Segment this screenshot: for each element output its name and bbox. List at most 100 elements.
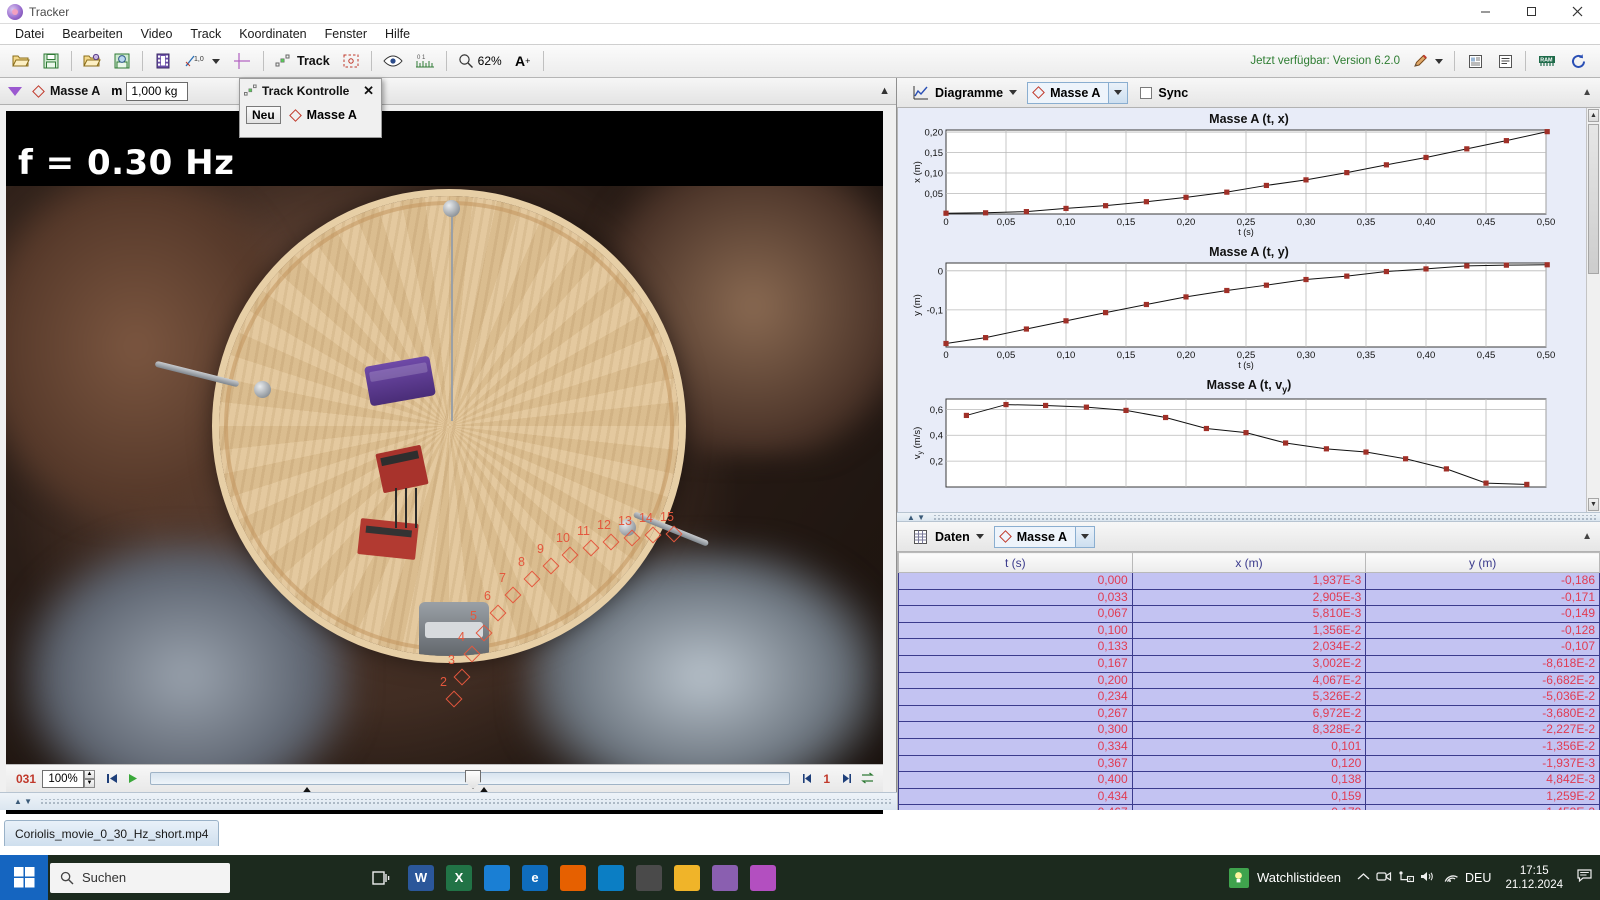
- open-video-icon[interactable]: [79, 48, 105, 74]
- step-forward-icon[interactable]: [837, 769, 856, 789]
- table-cell[interactable]: 0,267: [898, 704, 1133, 723]
- table-cell[interactable]: 0,067: [898, 605, 1133, 623]
- table-row[interactable]: 0,234 5,326E-2 -5,036E-2: [898, 688, 1600, 706]
- table-cell[interactable]: 0,133: [898, 638, 1133, 656]
- edge-legacy-icon[interactable]: e: [522, 864, 548, 891]
- chevron-up-icon[interactable]: [1357, 871, 1370, 885]
- table-cell[interactable]: 0,179: [1131, 804, 1367, 810]
- plot-t-y[interactable]: Masse A (t, y) 0 -0,1 0 0,05 0,10 0,15 0,20 0,2…: [898, 241, 1600, 374]
- save-icon[interactable]: [38, 48, 64, 74]
- chevron-down-icon[interactable]: [212, 58, 220, 64]
- sync-checkbox-group[interactable]: Sync: [1140, 86, 1188, 100]
- table-cell[interactable]: -1,937E-3: [1365, 754, 1600, 773]
- task-view-icon[interactable]: [360, 855, 400, 900]
- table-cell[interactable]: 8,328E-2: [1131, 721, 1367, 739]
- table-cell[interactable]: -8,618E-2: [1365, 654, 1600, 673]
- excel-icon[interactable]: X: [446, 864, 472, 891]
- mass-input[interactable]: 1,000 kg: [126, 81, 189, 101]
- table-cell[interactable]: 6,972E-2: [1131, 704, 1367, 723]
- table-row[interactable]: 0,434 0,159 1,259E-2: [898, 787, 1600, 806]
- play-icon[interactable]: [123, 769, 142, 789]
- search-input[interactable]: Suchen: [50, 862, 230, 893]
- plots-menu[interactable]: Diagramme: [935, 86, 1018, 100]
- calibration-icon[interactable]: 1,0: [180, 48, 224, 74]
- table-body[interactable]: 0,000 1,937E-3 -0,186 0,033 2,905E-3 -0,171 0,…: [898, 572, 1600, 810]
- plot-t-x[interactable]: Masse A (t, x) 0,05 0,10 0,15 0,20 0 0,05 0,10…: [898, 108, 1600, 241]
- table-cell[interactable]: 1,356E-2: [1131, 621, 1367, 640]
- table-cell[interactable]: 0,400: [898, 771, 1133, 789]
- chevron-down-icon[interactable]: [975, 534, 984, 539]
- table-column-header[interactable]: y (m): [1365, 552, 1600, 573]
- table-cell[interactable]: 0,167: [898, 654, 1133, 673]
- table-cell[interactable]: 0,434: [898, 787, 1133, 806]
- file-tab[interactable]: Coriolis_movie_0_30_Hz_short.mp4: [4, 820, 220, 846]
- table-cell[interactable]: 0,101: [1131, 737, 1367, 756]
- plot-track-selector[interactable]: Masse A: [1027, 81, 1129, 104]
- plots-scroll-thumb[interactable]: [1588, 124, 1599, 274]
- table-track-selector[interactable]: Masse A: [993, 525, 1095, 548]
- table-cell[interactable]: 1,453E-2: [1365, 804, 1600, 810]
- open-icon[interactable]: [8, 48, 34, 74]
- menu-item-fenster[interactable]: Fenster: [316, 25, 376, 43]
- new-track-button[interactable]: Neu: [246, 106, 281, 124]
- table-cell[interactable]: 0,000: [898, 572, 1133, 590]
- right-pane-splitter[interactable]: ▲ ▼: [897, 512, 1600, 522]
- volume-icon[interactable]: [1420, 870, 1436, 886]
- scroll-down-arrow-icon[interactable]: ▼: [1588, 498, 1599, 511]
- chevron-down-icon[interactable]: [1075, 526, 1094, 547]
- table-column-header[interactable]: t (s): [898, 552, 1133, 573]
- maximize-button[interactable]: [1508, 0, 1554, 24]
- tracker-taskbar-icon[interactable]: [712, 864, 738, 891]
- table-row[interactable]: 0,367 0,120 -1,937E-3: [898, 754, 1600, 773]
- minimize-button[interactable]: [1462, 0, 1508, 24]
- axes-icon[interactable]: [228, 48, 256, 74]
- menu-item-datei[interactable]: Datei: [6, 25, 53, 43]
- skip-to-start-icon[interactable]: [102, 769, 121, 789]
- menu-item-bearbeiten[interactable]: Bearbeiten: [53, 25, 131, 43]
- camera-icon[interactable]: [1376, 870, 1392, 886]
- table-cell[interactable]: 2,034E-2: [1131, 638, 1367, 656]
- table-row[interactable]: 0,167 3,002E-2 -8,618E-2: [898, 654, 1600, 673]
- plot-svg-t-y[interactable]: 0-0,10 0,05 0,10 0,15 0,20 0,25 0,30 0,35 0,40 0,…: [898, 259, 1558, 374]
- table-cell[interactable]: -0,171: [1365, 588, 1600, 607]
- track-menu-triangle-icon[interactable]: [8, 86, 22, 96]
- table-cell[interactable]: -6,682E-2: [1365, 671, 1600, 690]
- graph-icon[interactable]: [907, 80, 933, 106]
- video-canvas[interactable]: f = 0.30 Hz 2 3 4 5 6 7 8 9 10 11 12 13 …: [6, 111, 883, 814]
- menu-item-hilfe[interactable]: Hilfe: [376, 25, 419, 43]
- edge-icon[interactable]: [598, 864, 624, 891]
- word-icon[interactable]: W: [408, 864, 434, 891]
- table-cell[interactable]: 5,810E-3: [1131, 605, 1367, 623]
- refresh-icon[interactable]: [1565, 48, 1591, 74]
- table-row[interactable]: 0,334 0,101 -1,356E-2: [898, 737, 1600, 756]
- chevron-down-icon[interactable]: [1009, 90, 1018, 95]
- table-cell[interactable]: 1,937E-3: [1131, 572, 1367, 590]
- table-row[interactable]: 0,400 0,138 4,842E-3: [898, 771, 1600, 789]
- paint-icon[interactable]: [484, 864, 510, 891]
- geogebra-icon[interactable]: [750, 864, 776, 891]
- table-cell[interactable]: 1,259E-2: [1365, 787, 1600, 806]
- table-cell[interactable]: 0,467: [898, 804, 1133, 810]
- close-button[interactable]: [1554, 0, 1600, 24]
- step-size[interactable]: 1: [823, 772, 830, 786]
- zoom-control[interactable]: 62%: [454, 48, 506, 74]
- usb-icon[interactable]: x: [1398, 870, 1415, 886]
- menu-item-koordinaten[interactable]: Koordinaten: [230, 25, 315, 43]
- notes-icon[interactable]: [1462, 48, 1488, 74]
- version-notice[interactable]: Jetzt verfügbar: Version 6.2.0: [1250, 55, 1400, 67]
- table-row[interactable]: 0,4670,1791,453E-2: [898, 804, 1600, 810]
- save-video-icon[interactable]: [109, 48, 135, 74]
- table-cell[interactable]: 0,100: [898, 621, 1133, 640]
- language-indicator[interactable]: DEU: [1465, 871, 1491, 885]
- data-menu[interactable]: Daten: [935, 530, 984, 544]
- action-center-icon[interactable]: [1577, 869, 1592, 886]
- video-scrubber[interactable]: [150, 770, 791, 795]
- collapse-plots-icon[interactable]: ▲: [1582, 87, 1592, 98]
- table-cell[interactable]: 0,367: [898, 754, 1133, 773]
- table-cell[interactable]: 3,002E-2: [1131, 654, 1367, 673]
- explorer-icon[interactable]: [674, 864, 700, 891]
- mesh-icon[interactable]: [636, 864, 662, 891]
- table-cell[interactable]: 0,138: [1131, 771, 1367, 789]
- firefox-icon[interactable]: [560, 864, 586, 891]
- left-pane-splitter[interactable]: ▲ ▼: [0, 792, 897, 810]
